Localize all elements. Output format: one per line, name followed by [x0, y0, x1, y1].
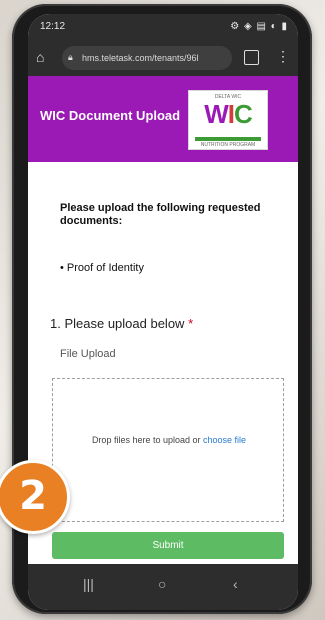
address-bar[interactable]: hms.teletask.com/tenants/96l: [62, 46, 232, 70]
phone-screen: 12:12 ⚙ ◈ ▤ ◐ ▮ ⌂ hms.teletask.com/tenan…: [28, 14, 298, 610]
intro-text: Please upload the following requested do…: [60, 202, 261, 227]
more-menu-icon[interactable]: ⋮: [276, 48, 290, 65]
question-label: 1. Please upload below *: [50, 316, 194, 331]
file-dropzone[interactable]: Drop files here to upload or choose file: [52, 378, 284, 522]
logo-letters: WIC: [204, 99, 253, 129]
logo-bar: [195, 137, 261, 141]
home-icon[interactable]: ⌂: [36, 49, 44, 65]
wic-logo: DELTA WIC WIC NUTRITION PROGRAM: [188, 90, 268, 150]
dropzone-text: Drop files here to upload or choose file: [91, 435, 247, 445]
status-time: 12:12: [40, 21, 66, 32]
status-icons: ⚙ ◈ ▤ ◐ ▮: [230, 21, 288, 32]
android-nav-bar: ||| ○ ‹: [28, 564, 298, 610]
logo-bottom-text: NUTRITION PROGRAM: [200, 142, 256, 148]
choose-file-link[interactable]: choose file: [203, 435, 246, 445]
recent-apps-icon[interactable]: |||: [83, 576, 94, 592]
status-bar: 12:12 ⚙ ◈ ▤ ◐ ▮: [28, 14, 298, 40]
lock-icon: 🔒︎: [68, 52, 73, 62]
tabs-icon[interactable]: [244, 50, 259, 65]
required-marker: *: [188, 316, 194, 331]
page-header: WIC Document Upload DELTA WIC WIC NUTRIT…: [28, 76, 298, 162]
browser-toolbar: ⌂ hms.teletask.com/tenants/96l 🔒︎ ⋮: [28, 40, 298, 76]
submit-button[interactable]: Submit: [52, 532, 284, 559]
home-button-icon[interactable]: ○: [158, 576, 166, 592]
file-upload-label: File Upload: [60, 348, 116, 360]
page-title: WIC Document Upload: [40, 108, 181, 123]
back-icon[interactable]: ‹: [233, 576, 238, 592]
document-list-item: • Proof of Identity: [60, 262, 144, 274]
